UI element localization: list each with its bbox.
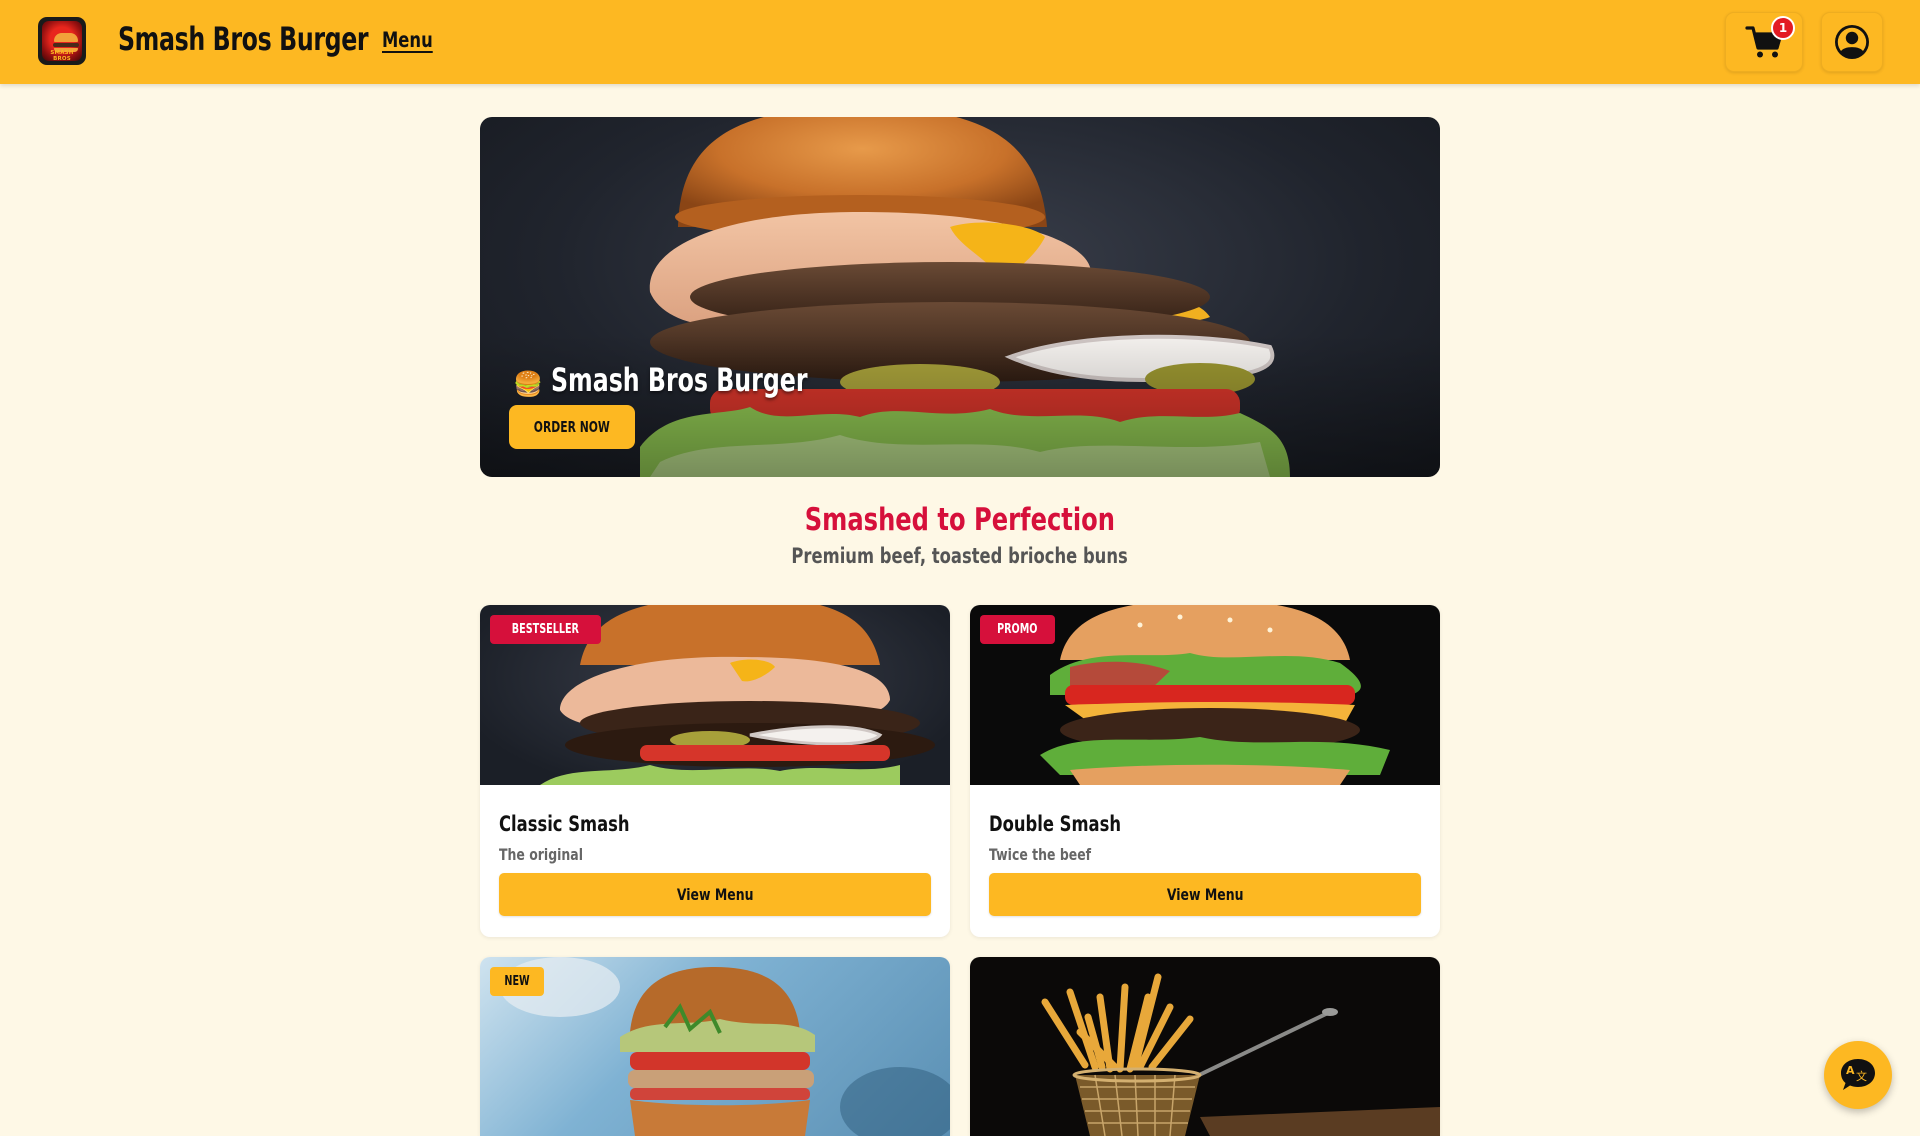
translate-icon: A 文 [1841,1059,1875,1090]
menu-card: PROMO Double Smash Twice the beef View M… [970,605,1440,937]
user-icon [1835,25,1869,59]
menu-card: BESTSELLER Classic Smash The original Vi… [480,605,950,937]
new-badge: NEW [490,967,545,996]
order-now-button[interactable]: ORDER NOW [509,405,635,449]
svg-text:文: 文 [1856,1069,1867,1083]
menu-card: NEW [480,957,950,1136]
top-navbar: SMASH BROS Smash Bros Burger Menu 1 [0,0,1920,84]
new-burger-image [480,957,950,1136]
logo-text: SMASH BROS [50,50,74,62]
card-description: The original [499,845,584,864]
view-menu-button[interactable]: View Menu [989,873,1421,916]
nav-menu-link[interactable]: Menu [382,28,433,52]
bestseller-badge: BESTSELLER [490,615,601,644]
cart-count-badge: 1 [1771,16,1795,40]
hero-title: Smash Bros Burger [551,361,808,399]
section-title: Smashed to Perfection [804,502,1116,538]
brand-name[interactable]: Smash Bros Burger [118,20,369,58]
brand-logo[interactable]: SMASH BROS [38,17,86,65]
hero-banner: 🍔 Smash Bros Burger ORDER NOW [480,117,1440,477]
svg-text:A: A [1846,1064,1855,1077]
burger-icon: 🍔 [513,370,543,398]
fries-image [970,957,1440,1136]
card-title: Double Smash [989,812,1122,836]
order-now-label: ORDER NOW [533,418,611,436]
card-title: Classic Smash [499,812,630,836]
menu-card [970,957,1440,1136]
cart-button[interactable]: 1 [1725,12,1803,72]
view-menu-button[interactable]: View Menu [499,873,931,916]
card-description: Twice the beef [989,845,1092,864]
section-subtitle: Premium beef, toasted brioche buns [791,544,1129,568]
translate-button[interactable]: A 文 [1824,1041,1892,1109]
profile-button[interactable] [1821,12,1883,72]
promo-badge: PROMO [980,615,1055,644]
